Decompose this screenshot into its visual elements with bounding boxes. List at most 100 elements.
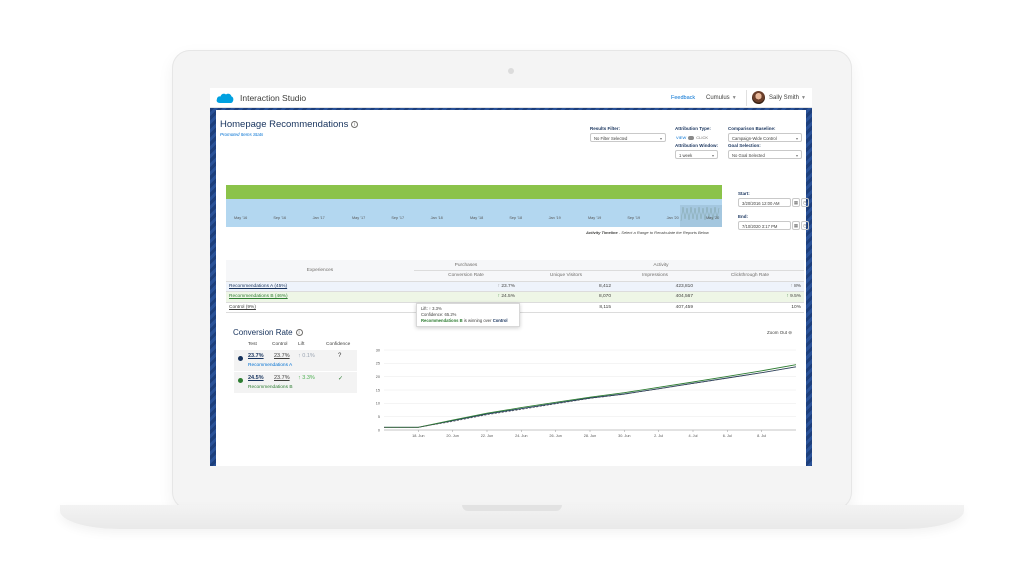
end-date-input[interactable]: 7/10/2020 3:17 PM — [738, 221, 791, 230]
impressions-cell: 423,810 — [614, 281, 696, 292]
x-tick-label: 24. Jun — [515, 434, 527, 438]
zoom-out-icon: ⊖ — [788, 330, 793, 335]
tooltip-summary-text: is winning over — [462, 318, 493, 323]
lift-header: Lift — [298, 342, 305, 347]
start-date-input[interactable]: 3/20/2016 12:00 AM — [738, 198, 791, 207]
chevron-down-icon: ▾ — [711, 152, 714, 158]
conversion-value: 23.7% — [501, 283, 515, 289]
conversion-cell: ↑ 23.7% — [414, 281, 518, 292]
lift-tooltip: Lift: ↑ 3.3% Confidence: 65.2% Recommend… — [416, 303, 520, 327]
y-tick-label: 30 — [376, 348, 380, 352]
zoom-out-button[interactable]: Zoom Out ⊖ — [767, 330, 792, 336]
timeline-tick-label: Jan '17 — [312, 216, 325, 220]
y-tick-label: 10 — [376, 402, 380, 406]
page-title-text: Homepage Recommendations — [220, 119, 349, 130]
start-label: Start: — [738, 191, 750, 196]
series-line — [384, 364, 797, 428]
y-tick-label: 5 — [378, 415, 380, 419]
toggle-switch[interactable] — [688, 135, 695, 140]
clock-icon[interactable]: ◷ — [801, 221, 809, 230]
goal-selection-value: No Goal Selected — [732, 153, 765, 158]
clock-icon[interactable]: ◷ — [801, 198, 809, 207]
check-icon[interactable]: ✓ — [338, 375, 343, 382]
info-icon[interactable]: i — [351, 121, 359, 128]
ctr-value: 9.5% — [790, 294, 801, 300]
experience-name[interactable]: Control (9%) — [226, 302, 414, 313]
timeline-activity-bar[interactable] — [226, 185, 722, 199]
tooltip-summary: Recommendations B is winning over Contro… — [421, 318, 515, 324]
timeline-tick-label: Sep '17 — [391, 216, 405, 220]
report-panel: Homepage Recommendations i Promoted Items… — [216, 110, 809, 466]
x-tick-label: 4. Jul — [688, 434, 697, 438]
avatar[interactable] — [752, 91, 765, 104]
timeline-tick-label: May '16 — [234, 216, 248, 220]
user-menu[interactable]: Sally Smith ▼ — [769, 95, 806, 101]
toggle-click-label: CLICK — [696, 135, 709, 140]
timeline-range[interactable] — [226, 199, 722, 227]
attribution-type-toggle[interactable]: VIEW CLICK — [676, 135, 708, 140]
y-tick-label: 15 — [376, 388, 380, 392]
comparison-baseline-label: Comparison Baseline: — [728, 126, 776, 131]
calendar-icon[interactable]: ▦ — [792, 198, 800, 207]
experience-name[interactable]: Recommendations B (46%) — [226, 291, 414, 303]
feedback-link[interactable]: Feedback — [671, 95, 695, 101]
x-tick-label: 30. Jun — [618, 434, 630, 438]
summary-row[interactable]: 23.7% 23.7% ↑ 0.1% ? Recommendations A — [234, 350, 357, 371]
comparison-baseline-value: Campaign-Wide Control — [732, 136, 777, 141]
attribution-type-label: Attribution Type: — [675, 126, 711, 131]
summary-row[interactable]: 24.5% 23.7% ↑ 3.3% ✓ Recommendations B — [234, 372, 357, 393]
attribution-window-value: 1 week — [679, 153, 693, 158]
column-header[interactable]: Unique Visitors — [518, 270, 614, 282]
info-icon[interactable]: i — [295, 329, 303, 336]
column-header[interactable]: Conversion Rate — [414, 270, 518, 282]
cloud-logo-icon — [216, 93, 234, 103]
ctr-cell: ↑ 8% — [696, 281, 804, 292]
dataset-selector[interactable]: Cumulus ▼ — [706, 95, 737, 101]
activity-header: Activity — [518, 260, 804, 271]
test-header: Test — [248, 342, 257, 347]
ctr-value: 8% — [794, 283, 801, 289]
divider — [746, 90, 747, 106]
column-header[interactable]: Clickthrough Rate — [696, 270, 804, 282]
conversion-rate-summary: Test Control Lift Confidence 23.7% 23.7%… — [234, 342, 357, 394]
attribution-window-label: Attribution Window: — [675, 143, 718, 148]
arrow-up-icon: ↑ — [497, 283, 501, 289]
series-name[interactable]: Recommendations A — [248, 363, 292, 368]
impressions-cell: 407,459 — [614, 302, 696, 313]
arrow-up-icon: ↑ — [786, 294, 789, 300]
x-tick-label: 18. Jun — [412, 434, 424, 438]
question-icon[interactable]: ? — [338, 353, 341, 359]
timeline-tick-label: Sep '16 — [273, 216, 287, 220]
timeline-caption: Activity Timeline - Select a Range to Re… — [586, 230, 709, 235]
attribution-window-select[interactable]: 1 week ▾ — [675, 150, 718, 159]
timeline-tick-label: Sep '18 — [509, 216, 523, 220]
top-bar: Interaction Studio Feedback Cumulus ▼ Sal… — [210, 88, 812, 108]
dataset-name: Cumulus — [706, 94, 730, 101]
calendar-icon[interactable]: ▦ — [792, 221, 800, 230]
results-filter-select[interactable]: No Filter Selected ▾ — [590, 133, 666, 142]
y-tick-label: 25 — [376, 362, 380, 366]
app-screen: Interaction Studio Feedback Cumulus ▼ Sal… — [210, 88, 812, 466]
table-row[interactable]: Recommendations B (46%) ↑ 24.5% 8,070 40… — [226, 291, 804, 303]
ctr-cell: 10% — [696, 302, 804, 313]
impressions-cell: 404,567 — [614, 291, 696, 303]
chevron-down-icon: ▼ — [801, 94, 806, 101]
series-dot — [238, 356, 243, 361]
y-tick-label: 0 — [378, 428, 380, 432]
user-name: Sally Smith — [769, 94, 800, 101]
goal-selection-select[interactable]: No Goal Selected ▾ — [728, 150, 802, 159]
column-header[interactable]: Impressions — [614, 270, 696, 282]
x-tick-label: 28. Jun — [584, 434, 596, 438]
comparison-baseline-select[interactable]: Campaign-Wide Control ▾ — [728, 133, 802, 142]
timeline-selection[interactable] — [226, 199, 722, 227]
timeline-tick-label: Jan '20 — [666, 216, 679, 220]
chevron-down-icon: ▾ — [795, 152, 798, 158]
conversion-rate-chart[interactable]: 0 5 10 15 20 25 30 18. Jun 20. Jun 22. Jun 24. Jun… — [364, 346, 806, 444]
table-row[interactable]: Recommendations A (45%) ↑ 23.7% 8,412 42… — [226, 281, 804, 292]
series-dot — [238, 378, 243, 383]
experience-name[interactable]: Recommendations A (45%) — [226, 281, 414, 292]
series-name[interactable]: Recommendations B — [248, 385, 293, 390]
goal-selection-label: Goal Selection: — [728, 143, 761, 148]
page-subtitle-link[interactable]: Promoted Items Stats — [220, 132, 263, 137]
y-tick-label: 20 — [376, 375, 380, 379]
